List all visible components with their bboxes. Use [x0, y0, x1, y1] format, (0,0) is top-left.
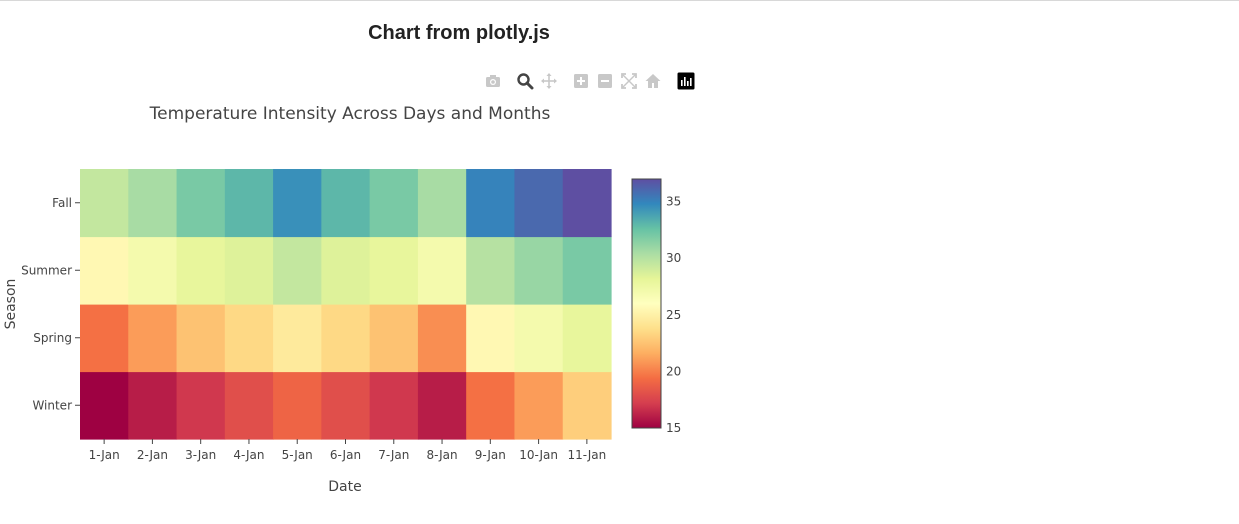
heatmap-cell — [417, 236, 467, 305]
heatmap-cell — [514, 304, 564, 373]
heatmap-cell — [273, 371, 322, 440]
heatmap-cell — [80, 371, 129, 440]
heatmap-cell — [466, 371, 516, 440]
heatmap-cell — [369, 169, 419, 238]
x-tick-label: 4-Jan — [233, 448, 264, 462]
y-axis: Winter Spring Summer Fall — [21, 196, 80, 412]
heatmap-cell — [562, 236, 612, 305]
heatmap-cell — [514, 371, 564, 440]
heatmap-cell — [514, 236, 564, 305]
heatmap-chart: Temperature Intensity Across Days and Mo… — [3, 104, 681, 495]
heatmap-cell — [176, 236, 226, 305]
heatmap-cell — [321, 236, 371, 305]
heatmap-cell — [176, 169, 226, 238]
heatmap-cell — [224, 371, 274, 440]
heatmap-cell — [80, 169, 129, 238]
heatmap-cell — [273, 169, 322, 238]
modebar — [484, 72, 700, 92]
heatmap-cell — [562, 169, 612, 238]
heatmap-cell — [128, 304, 178, 373]
x-axis-title: Date — [328, 479, 361, 495]
heatmap-cell — [369, 304, 419, 373]
x-tick-label: 3-Jan — [185, 448, 216, 462]
heatmap-cell — [321, 169, 371, 238]
heatmap-cell — [224, 236, 274, 305]
heatmap-cell — [417, 169, 467, 238]
x-tick-label: 9-Jan — [475, 448, 506, 462]
x-tick-label: 10-Jan — [519, 448, 558, 462]
colorbar — [631, 178, 662, 429]
zoom-out-icon[interactable] — [596, 72, 614, 90]
x-axis: 1-Jan 2-Jan 3-Jan 4-Jan 5-Jan 6-Jan 7-Jan 8-Jan… — [89, 439, 606, 462]
y-tick-label: Spring — [33, 331, 72, 345]
pan-icon[interactable] — [540, 72, 558, 90]
heatmap-cell — [273, 304, 322, 373]
colorbar-tick-label: 25 — [666, 308, 681, 322]
page-title: Chart from plotly.js — [368, 22, 550, 44]
colorbar-tick-label: 15 — [666, 421, 681, 435]
heatmap-cell — [369, 236, 419, 305]
heatmap-cell — [321, 371, 371, 440]
heatmap-cell — [128, 371, 178, 440]
y-tick-label: Summer — [21, 263, 72, 277]
heatmap-cell — [369, 371, 419, 440]
heatmap-cell — [128, 236, 178, 305]
x-tick-label: 2-Jan — [137, 448, 168, 462]
heatmap-cell — [562, 304, 612, 373]
top-border — [0, 0, 1239, 1]
x-tick-label: 11-Jan — [567, 448, 606, 462]
x-tick-label: 5-Jan — [282, 448, 313, 462]
colorbar-tick-label: 30 — [666, 251, 681, 265]
heatmap-cell — [466, 304, 516, 373]
heatmap-cell — [321, 304, 371, 373]
heatmap-cell — [224, 169, 274, 238]
heatmap-cell — [128, 169, 178, 238]
y-tick-label: Winter — [32, 398, 72, 412]
x-tick-label: 8-Jan — [426, 448, 457, 462]
home-icon[interactable] — [644, 72, 662, 90]
heatmap-cell — [417, 304, 467, 373]
x-tick-label: 7-Jan — [378, 448, 409, 462]
heatmap-cell — [80, 304, 129, 373]
heatmap-cell — [466, 236, 516, 305]
colorbar-ticks: 15 20 25 30 35 — [666, 195, 681, 435]
x-tick-label: 1-Jan — [89, 448, 120, 462]
zoom-icon[interactable] — [516, 72, 534, 90]
autoscale-icon[interactable] — [620, 72, 638, 90]
heatmap-cell — [273, 236, 322, 305]
heatmap-cells — [80, 169, 612, 440]
y-axis-title: Season — [3, 279, 19, 330]
y-tick-label: Fall — [52, 196, 72, 210]
heatmap-cell — [514, 169, 564, 238]
chart-title: Temperature Intensity Across Days and Mo… — [149, 104, 551, 124]
camera-icon[interactable] — [484, 72, 502, 90]
heatmap-cell — [562, 371, 612, 440]
heatmap-cell — [466, 169, 516, 238]
heatmap-cell — [417, 371, 467, 440]
colorbar-tick-label: 20 — [666, 364, 681, 378]
heatmap-cell — [224, 304, 274, 373]
colorbar-tick-label: 35 — [666, 195, 681, 209]
heatmap-cell — [176, 371, 226, 440]
plotly-logo-icon[interactable] — [677, 72, 695, 90]
x-tick-label: 6-Jan — [330, 448, 361, 462]
heatmap-cell — [176, 304, 226, 373]
zoom-in-icon[interactable] — [572, 72, 590, 90]
heatmap-cell — [80, 236, 129, 305]
